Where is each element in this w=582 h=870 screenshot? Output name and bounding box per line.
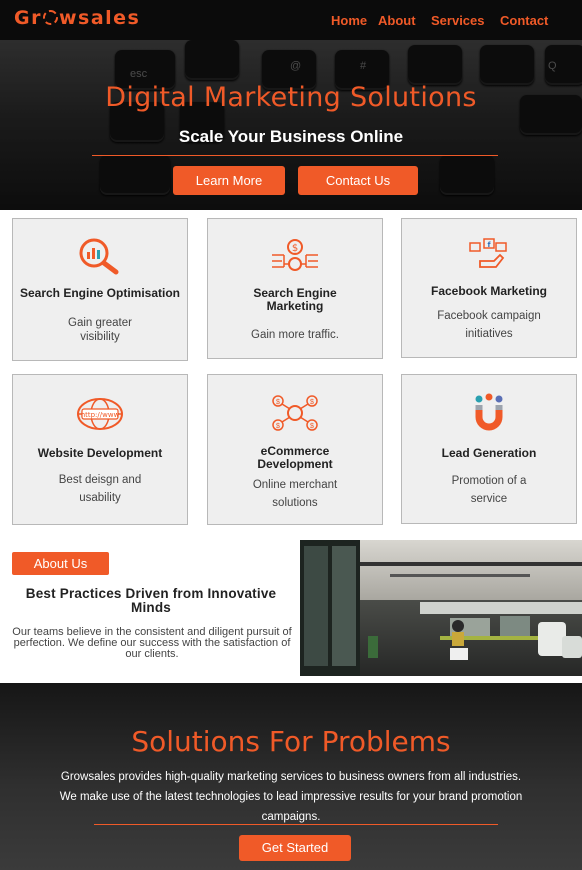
office-photo bbox=[300, 540, 582, 676]
svg-text:http://www: http://www bbox=[81, 411, 120, 419]
magnifier-chart-icon bbox=[79, 238, 119, 275]
logo-ring-icon bbox=[42, 10, 58, 25]
get-started-button[interactable]: Get Started bbox=[239, 835, 351, 861]
top-navbar: Gr wsales Home About Services Contact bbox=[0, 0, 582, 40]
about-heading: Best Practices Driven from Innovative Mi… bbox=[25, 586, 277, 615]
service-title: Facebook Marketing bbox=[430, 284, 548, 298]
service-card-web[interactable]: http://www Website Development Best deis… bbox=[12, 374, 188, 525]
service-card-sem[interactable]: $ Search Engine Marketing Gain more traf… bbox=[207, 218, 383, 359]
contact-us-button[interactable]: Contact Us bbox=[298, 166, 418, 195]
solutions-title: Solutions For Problems bbox=[131, 725, 451, 758]
service-title: Website Development bbox=[37, 446, 163, 460]
solutions-section: Solutions For Problems Growsales provide… bbox=[0, 683, 582, 870]
service-title: Search Engine Marketing bbox=[253, 286, 337, 313]
social-hand-icon: f bbox=[469, 238, 507, 268]
service-desc: Best deisgn and usability bbox=[58, 474, 142, 504]
service-card-seo[interactable]: Search Engine Optimisation Gain greater … bbox=[12, 218, 188, 361]
nav-about-link[interactable]: About bbox=[378, 13, 416, 28]
solutions-text: Growsales provides high-quality marketin… bbox=[59, 771, 523, 823]
service-desc: Facebook campaign initiatives bbox=[437, 310, 541, 340]
svg-text:$: $ bbox=[310, 399, 314, 406]
about-text: Our teams believe in the consistent and … bbox=[12, 626, 292, 660]
service-desc: Gain greater visibility bbox=[68, 317, 132, 343]
hero-divider bbox=[92, 155, 498, 156]
circuit-dollar-icon: $ bbox=[272, 239, 318, 271]
svg-text:$: $ bbox=[276, 423, 280, 430]
hero-title: Digital Marketing Solutions bbox=[105, 82, 477, 113]
svg-text:$: $ bbox=[310, 423, 314, 430]
www-globe-icon: http://www bbox=[77, 398, 123, 430]
service-desc: Gain more traffic. bbox=[251, 329, 339, 341]
service-desc: Online merchant solutions bbox=[252, 479, 338, 509]
brand-logo[interactable]: Gr wsales bbox=[14, 7, 140, 29]
hero-subtitle: Scale Your Business Online bbox=[178, 127, 404, 146]
nav-contact-link[interactable]: Contact bbox=[500, 13, 548, 28]
service-title: eCommerce Development bbox=[257, 444, 333, 471]
service-title: Lead Generation bbox=[441, 446, 537, 460]
hero-section: esc @ # Q Digital Marketing Solutions Sc… bbox=[0, 40, 582, 210]
learn-more-button[interactable]: Learn More bbox=[173, 166, 285, 195]
service-title: Search Engine Optimisation bbox=[19, 286, 181, 300]
service-card-lead[interactable]: Lead Generation Promotion of a service bbox=[401, 374, 577, 524]
commerce-network-icon: $ $ $ $ bbox=[272, 395, 318, 431]
magnet-people-icon bbox=[475, 393, 503, 431]
svg-text:$: $ bbox=[276, 399, 280, 406]
service-card-facebook[interactable]: f Facebook Marketing Facebook campaign i… bbox=[401, 218, 577, 358]
nav-services-link[interactable]: Services bbox=[431, 13, 485, 28]
hero-overlay bbox=[0, 40, 582, 210]
nav-home-link[interactable]: Home bbox=[331, 13, 367, 28]
solutions-divider bbox=[94, 824, 498, 825]
service-card-ecommerce[interactable]: $ $ $ $ eCommerce Development Online merch… bbox=[207, 374, 383, 525]
svg-text:$: $ bbox=[292, 243, 298, 254]
service-desc: Promotion of a service bbox=[451, 475, 527, 505]
about-us-button[interactable]: About Us bbox=[12, 552, 109, 575]
